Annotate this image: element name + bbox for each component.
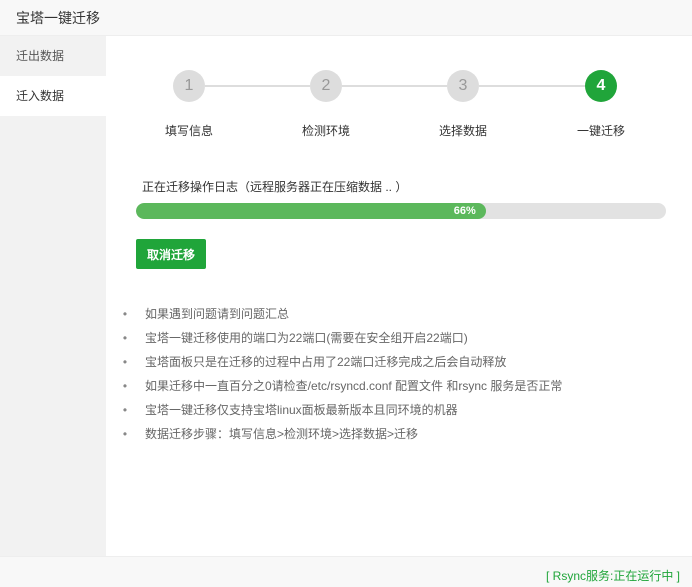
window-title: 宝塔一键迁移 [16,10,100,26]
step-3-label: 选择数据 [438,124,487,138]
bullet-icon: • [122,307,128,321]
tip-text: 如果遇到问题请到问题汇总 [145,307,290,321]
step-3-circle: 3 [447,70,479,102]
tip-text: 宝塔一键迁移使用的端口为22端口(需要在安全组开启22端口) [145,331,468,345]
bullet-icon: • [122,403,128,417]
progress-percent-label: 66% [453,205,476,217]
tip-item: • 数据迁移步骤：填写信息>检测环境>选择数据>迁移 [120,422,680,446]
tip-text: 数据迁移步骤：填写信息>检测环境>选择数据>迁移 [145,427,419,441]
tip-item: • 如果迁移中一直百分之0请检查/etc/rsyncd.conf 配置文件 和rs… [120,374,680,398]
tip-item: • 宝塔一键迁移仅支持宝塔linux面板最新版本且同环境的机器 [120,398,680,422]
status-footer: [ Rsync服务:正在运行中 ] [0,556,692,587]
cancel-migration-button[interactable]: 取消迁移 [136,239,207,269]
tip-text: 如果迁移中一直百分之0请检查/etc/rsyncd.conf 配置文件 和rsy… [145,379,563,393]
bullet-icon: • [122,379,128,393]
tip-item: • 如果遇到问题请到问题汇总 [120,302,680,326]
window-titlebar: 宝塔一键迁移 [0,0,692,36]
main-panel: 1 2 3 4 填写信息 检测环境 选择数据 一键迁移 正在迁移操作日志（远程服… [106,36,692,556]
step-connector [342,85,447,87]
step-indicator: 1 2 3 4 填写信息 检测环境 选择数据 一键迁移 [106,36,692,146]
progress-bar-fill: 66% [136,203,486,219]
sidebar-item-export[interactable]: 迁出数据 [0,36,106,76]
tip-text: 宝塔面板只是在迁移的过程中占用了22端口迁移完成之后会自动释放 [145,355,507,369]
step-1-circle: 1 [173,70,205,102]
progress-bar: 66% [136,203,666,219]
step-2-circle: 2 [310,70,342,102]
tip-item: • 宝塔面板只是在迁移的过程中占用了22端口迁移完成之后会自动释放 [120,350,680,374]
sidebar: 迁出数据 迁入数据 [0,36,106,556]
step-4-circle: 4 [585,70,617,102]
step-2-label: 检测环境 [301,124,350,138]
migration-status-text: 正在迁移操作日志（远程服务器正在压缩数据 .. ） [142,180,408,194]
bullet-icon: • [122,331,128,345]
step-connector [479,85,585,87]
tip-item: • 宝塔一键迁移使用的端口为22端口(需要在安全组开启22端口) [120,326,680,350]
tip-text: 宝塔一键迁移仅支持宝塔linux面板最新版本且同环境的机器 [145,403,458,417]
step-connector [205,85,310,87]
step-4-label: 一键迁移 [576,124,625,138]
step-1-label: 填写信息 [164,124,213,138]
sidebar-item-import[interactable]: 迁入数据 [0,76,106,116]
tips-list: • 如果遇到问题请到问题汇总 • 宝塔一键迁移使用的端口为22端口(需要在安全组开启… [120,302,680,446]
bullet-icon: • [122,355,128,369]
bullet-icon: • [122,427,128,441]
rsync-status: [ Rsync服务:正在运行中 ] [545,569,680,583]
